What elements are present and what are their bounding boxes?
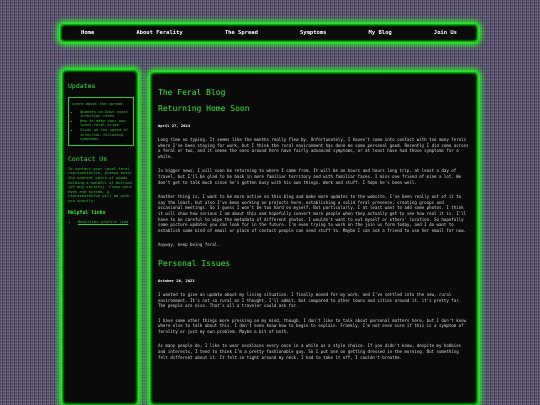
update-item: Study on the speed of infection followin…	[80, 127, 129, 142]
post-paragraph: I have some other things more pressing o…	[158, 317, 467, 334]
updates-intro: Learn about the spread	[72, 101, 123, 106]
helpful-links: Neocities profile link	[62, 219, 138, 225]
post-paragraph: Another thing is, I want to be more acti…	[158, 194, 467, 233]
nav-join-us[interactable]: Join Us	[434, 30, 457, 36]
post-paragraph: As many people do, I like to wear neckla…	[158, 343, 462, 360]
contact-heading: Contact Us	[68, 154, 108, 163]
nav-the-spread[interactable]: The Spread	[225, 30, 258, 36]
main-content: The Feral Blog Returning Home Soon April…	[150, 72, 478, 405]
nav-home[interactable]: Home	[81, 30, 94, 36]
updates-heading: Updates	[68, 82, 96, 90]
post-title: Returning Home Soon	[158, 104, 250, 113]
nav-my-blog[interactable]: My Blog	[369, 30, 392, 36]
updates-list: Updates on East coast infection rates Ho…	[72, 109, 129, 142]
post-date: October 26, 2023	[158, 277, 195, 283]
contact-text: To contact your local feral representati…	[68, 165, 133, 203]
post-paragraph: Long time no typing. It seems like the m…	[158, 137, 469, 159]
post-paragraph: Anyway, keep being feral.	[158, 242, 220, 248]
blog-title: The Feral Blog	[158, 88, 226, 97]
top-nav: Home About Ferality The Spread Symptoms …	[60, 24, 478, 42]
post-date: April 27, 2024	[158, 123, 191, 128]
link-item: Neocities profile link	[78, 219, 138, 225]
updates-box: Learn about the spread Updates on East c…	[68, 97, 134, 146]
blog-post: Personal Issues October 26, 2023 I wante…	[158, 259, 470, 360]
nav-symptoms[interactable]: Symptoms	[300, 30, 327, 36]
blog-post: Returning Home Soon April 27, 2024 Long …	[158, 104, 470, 248]
nav-about-ferality[interactable]: About Ferality	[136, 30, 182, 36]
sidebar: Updates Learn about the spread Updates o…	[62, 70, 138, 405]
helpful-links-heading: Helpful links	[68, 210, 106, 216]
post-paragraph: I wanted to give an update about my livi…	[158, 291, 462, 309]
post-paragraph: In bigger news, I will soon be returning…	[158, 168, 462, 185]
post-title: Personal Issues	[158, 258, 231, 268]
neocities-profile-link[interactable]: Neocities profile link	[78, 219, 128, 224]
